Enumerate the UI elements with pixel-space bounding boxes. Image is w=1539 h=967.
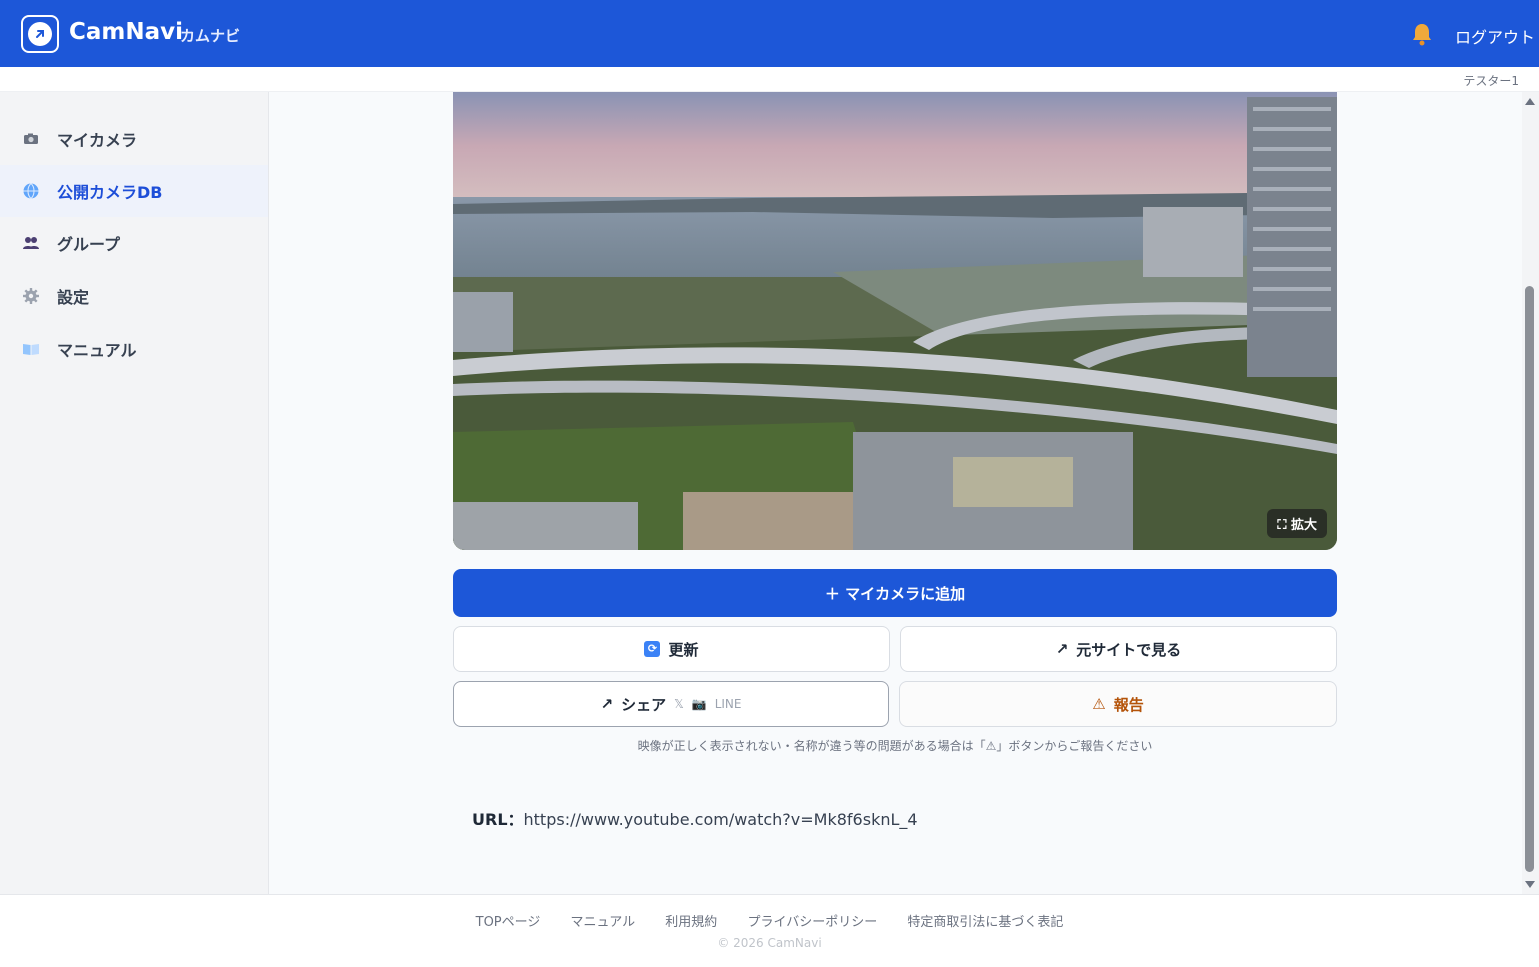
add-to-my-camera-button[interactable]: ＋ マイカメラに追加 xyxy=(453,569,1337,617)
footer-link-privacy[interactable]: プライバシーポリシー xyxy=(747,915,877,930)
brand-subtitle: カムナビ xyxy=(180,27,241,45)
line-share-label: LINE xyxy=(714,697,742,711)
book-icon xyxy=(23,344,39,355)
app-header: CamNavi カムナビ ログアウト xyxy=(0,0,1539,67)
url-value[interactable]: https://www.youtube.com/watch?v=Mk8f6skn… xyxy=(524,810,918,829)
sidebar-item-label: グループ xyxy=(57,235,121,254)
x-share-label: 𝕏 xyxy=(674,697,684,711)
bell-icon[interactable] xyxy=(1411,22,1433,46)
brand-name[interactable]: CamNavi xyxy=(69,19,183,45)
sidebar: マイカメラ 公開カメラDB グループ 設定 マニュアル xyxy=(0,92,269,894)
user-bar: テスター1 xyxy=(0,67,1539,92)
footer-link-top[interactable]: TOPページ xyxy=(476,915,541,930)
report-notice: 映像が正しく表示されない・名称が違う等の問題がある場合は「⚠」ボタンからご報告く… xyxy=(637,739,1153,753)
sidebar-item-settings[interactable]: 設定 xyxy=(0,270,268,322)
sidebar-item-manual[interactable]: マニュアル xyxy=(0,323,268,375)
gear-icon xyxy=(23,288,39,304)
sidebar-item-label: マニュアル xyxy=(57,341,137,360)
camera-url: URL：https://www.youtube.com/watch?v=Mk8f… xyxy=(472,806,918,830)
camera-icon xyxy=(24,133,38,144)
camera-icon: 📷 xyxy=(691,697,707,711)
footer-link-terms[interactable]: 利用規約 xyxy=(665,915,717,930)
refresh-button[interactable]: ⟳ 更新 xyxy=(453,626,890,672)
sidebar-item-my-camera[interactable]: マイカメラ xyxy=(0,113,268,165)
logo-icon[interactable] xyxy=(21,15,59,53)
expand-icon: ⛶ xyxy=(1277,518,1291,533)
vertical-scrollbar[interactable] xyxy=(1522,92,1539,894)
footer: TOPページ マニュアル 利用規約 プライバシーポリシー 特定商取引法に基づく表… xyxy=(0,894,1539,967)
refresh-icon: ⟳ xyxy=(644,641,661,657)
users-icon xyxy=(23,237,39,249)
camera-video-player[interactable]: ⛶ 拡大 xyxy=(453,92,1337,550)
sidebar-item-group[interactable]: グループ xyxy=(0,217,268,269)
scrollbar-thumb[interactable] xyxy=(1525,286,1534,872)
main-content: ⛶ 拡大 ＋ マイカメラに追加 ⟳ 更新 ↗ 元サイトで見る ↗ シェア 𝕏 📷… xyxy=(269,92,1522,894)
plus-icon: ＋ xyxy=(824,584,846,603)
view-source-button[interactable]: ↗ 元サイトで見る xyxy=(900,626,1337,672)
username-label: テスター1 xyxy=(1463,74,1519,88)
logout-button[interactable]: ログアウト xyxy=(1455,24,1535,48)
report-button[interactable]: ⚠ 報告 xyxy=(899,681,1337,727)
url-label: URL： xyxy=(472,810,524,829)
footer-links: TOPページ マニュアル 利用規約 プライバシーポリシー 特定商取引法に基づく表… xyxy=(0,911,1539,930)
scroll-down-icon[interactable] xyxy=(1525,881,1535,888)
sidebar-item-label: 設定 xyxy=(57,288,90,307)
footer-link-manual[interactable]: マニュアル xyxy=(571,915,636,930)
scroll-up-icon[interactable] xyxy=(1525,98,1535,105)
sidebar-item-label: 公開カメラDB xyxy=(57,183,163,202)
share-icon: ↗ xyxy=(600,695,614,713)
camera-feed-image xyxy=(453,92,1337,550)
external-link-icon: ↗ xyxy=(1055,640,1069,658)
share-button[interactable]: ↗ シェア 𝕏 📷 LINE xyxy=(453,681,889,727)
expand-button[interactable]: ⛶ 拡大 xyxy=(1267,509,1327,538)
sidebar-item-label: マイカメラ xyxy=(57,131,138,150)
footer-link-commerce[interactable]: 特定商取引法に基づく表記 xyxy=(907,915,1063,930)
globe-icon xyxy=(23,183,39,199)
warning-icon: ⚠ xyxy=(1092,695,1106,713)
copyright: © 2026 CamNavi xyxy=(717,936,822,950)
sidebar-item-public-camera-db[interactable]: 公開カメラDB xyxy=(0,165,268,217)
